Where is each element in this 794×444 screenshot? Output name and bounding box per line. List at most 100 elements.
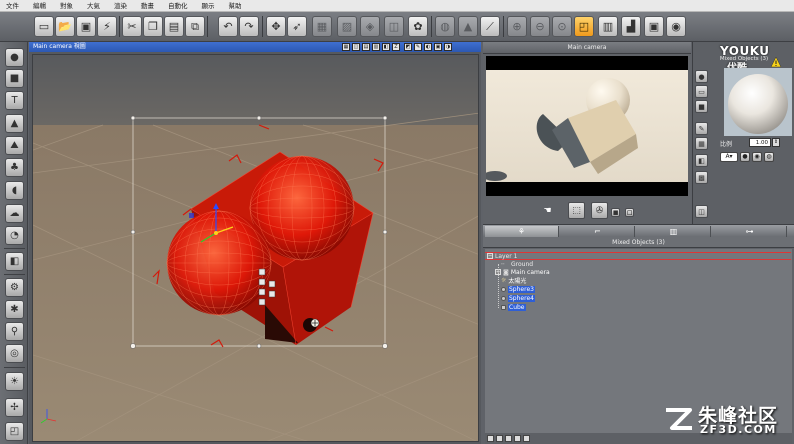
shape-b-icon[interactable]: ✱: [5, 300, 24, 319]
material-shape-plane-icon[interactable]: ▭: [695, 85, 708, 98]
viewport-option-8-icon[interactable]: ✎: [414, 43, 422, 51]
material-edit-icon[interactable]: ✎: [695, 122, 708, 135]
material-shape-sphere-icon[interactable]: ●: [695, 70, 708, 83]
viewport-option-3-icon[interactable]: ▤: [362, 43, 370, 51]
open-icon[interactable]: 📂: [55, 16, 75, 37]
tab-objects[interactable]: ⚘: [485, 226, 559, 237]
footer-btn-2-icon[interactable]: [496, 435, 503, 442]
menu-object[interactable]: 對象: [60, 0, 73, 12]
frame-icon[interactable]: ⬚: [568, 202, 585, 219]
viewport-option-6-icon[interactable]: Z: [392, 43, 400, 51]
display-options-icon[interactable]: ▣: [644, 16, 664, 37]
tab-links[interactable]: ⊶: [713, 226, 787, 237]
footer-btn-4-icon[interactable]: [514, 435, 521, 442]
duplicate-icon[interactable]: ⧉: [185, 16, 205, 37]
mountain-icon[interactable]: ⛰: [5, 136, 24, 155]
text-object-icon[interactable]: T: [5, 91, 24, 110]
zoom-out-icon[interactable]: ⊖: [530, 16, 550, 37]
material-option-icon[interactable]: ◧: [695, 154, 708, 167]
viewport-option-4-icon[interactable]: ▥: [372, 43, 380, 51]
boolean-icon[interactable]: ◈: [360, 16, 380, 37]
menu-animation[interactable]: 動畫: [141, 0, 154, 12]
menu-atmosphere[interactable]: 大氣: [87, 0, 100, 12]
film-strip-icon[interactable]: ▥: [598, 16, 618, 37]
material-editor-icon[interactable]: ✿: [408, 16, 428, 37]
tree-item-sphere4[interactable]: Sphere4: [501, 294, 535, 302]
hand-icon[interactable]: ☚: [539, 202, 556, 219]
move-tool-icon[interactable]: ✥: [266, 16, 286, 37]
viewport-option-5-icon[interactable]: ◧: [382, 43, 390, 51]
shape-d-icon[interactable]: ◎: [5, 344, 24, 363]
new-scene-icon[interactable]: ▭: [34, 16, 54, 37]
undo-icon[interactable]: ↶: [218, 16, 238, 37]
plant-icon[interactable]: ♣: [5, 158, 24, 177]
menu-display[interactable]: 顯示: [202, 0, 215, 12]
scale-spinner[interactable]: ⇕: [772, 138, 780, 147]
tree-item-ground[interactable]: ╌ Ground: [501, 260, 533, 268]
material-mode-1-icon[interactable]: ●: [740, 152, 750, 162]
tree-item-sunlight[interactable]: ☼ 太陽光: [501, 276, 526, 285]
camera-move-icon[interactable]: ✇: [591, 202, 608, 219]
material-mode-3-icon[interactable]: ◍: [764, 152, 774, 162]
render-scene-icon[interactable]: ⚡: [97, 16, 117, 37]
tree-item-sphere3[interactable]: Sphere3: [501, 285, 535, 293]
cube-primitive-icon[interactable]: ■: [5, 69, 24, 88]
save-render-icon[interactable]: ▪: [611, 208, 620, 218]
material-grid-icon[interactable]: ▩: [695, 171, 708, 184]
shape-c-icon[interactable]: ⚲: [5, 322, 24, 341]
ungroup-icon[interactable]: ▨: [337, 16, 357, 37]
viewport-option-7-icon[interactable]: ◩: [404, 43, 412, 51]
menu-automation[interactable]: 自動化: [168, 0, 188, 12]
camera-icon[interactable]: ◰: [5, 422, 24, 441]
material-checker-icon[interactable]: ▦: [695, 137, 708, 150]
clapper-icon[interactable]: ▟: [621, 16, 641, 37]
collapse-icon[interactable]: −: [487, 253, 493, 259]
material-sphere-preview[interactable]: [724, 68, 792, 136]
viewport-option-1-icon[interactable]: ▦: [342, 43, 350, 51]
terrain-icon[interactable]: ▲: [5, 114, 24, 133]
rotate-view-icon[interactable]: ◍: [435, 16, 455, 37]
sphere-primitive-icon[interactable]: ●: [5, 48, 24, 67]
group-icon[interactable]: ▦: [312, 16, 332, 37]
menu-file[interactable]: 文件: [6, 0, 19, 12]
planet-icon[interactable]: ◔: [5, 226, 24, 245]
menu-edit[interactable]: 編輯: [33, 0, 46, 12]
light-bulb-icon[interactable]: ☀: [5, 372, 24, 391]
zoom-fit-icon[interactable]: ⊙: [552, 16, 572, 37]
tree-item-layer[interactable]: − Layer 1: [487, 252, 517, 260]
footer-btn-3-icon[interactable]: [505, 435, 512, 442]
footer-btn-1-icon[interactable]: [487, 435, 494, 442]
perspective-icon[interactable]: ⟋: [480, 16, 500, 37]
import-object-icon[interactable]: ◧: [5, 252, 24, 271]
rock-icon[interactable]: ◖: [5, 181, 24, 200]
3d-viewport[interactable]: [32, 54, 479, 442]
select-tool-icon[interactable]: ➶: [287, 16, 307, 37]
zoom-in-icon[interactable]: ⊕: [507, 16, 527, 37]
footer-btn-5-icon[interactable]: [523, 435, 530, 442]
material-shape-cube-icon[interactable]: ■: [695, 100, 708, 113]
tree-item-cube[interactable]: Cube: [501, 303, 526, 311]
save-icon[interactable]: ▣: [76, 16, 96, 37]
copy-icon[interactable]: ❐: [143, 16, 163, 37]
cut-icon[interactable]: ✂: [122, 16, 142, 37]
menu-render[interactable]: 渲染: [114, 0, 127, 12]
viewport-option-11-icon[interactable]: ◑: [444, 43, 452, 51]
shape-a-icon[interactable]: ⚙: [5, 278, 24, 297]
scale-input[interactable]: 1.00: [749, 138, 771, 147]
material-extra-icon[interactable]: ◫: [695, 205, 708, 218]
render-settings-icon[interactable]: ◉: [666, 16, 686, 37]
tab-materials[interactable]: ▥: [637, 226, 711, 237]
menu-help[interactable]: 幫助: [229, 0, 242, 12]
render-option-icon[interactable]: ▫: [625, 208, 634, 218]
fan-icon[interactable]: ✢: [5, 398, 24, 417]
paste-icon[interactable]: ▤: [164, 16, 184, 37]
pan-view-icon[interactable]: ▲: [458, 16, 478, 37]
viewport-option-10-icon[interactable]: ▣: [434, 43, 442, 51]
tab-lights[interactable]: ⌐: [561, 226, 635, 237]
cloud-icon[interactable]: ☁: [5, 204, 24, 223]
render-area-icon[interactable]: ◰: [574, 16, 594, 37]
viewport-option-2-icon[interactable]: ◫: [352, 43, 360, 51]
metablob-icon[interactable]: ◫: [384, 16, 404, 37]
viewport-option-9-icon[interactable]: ◐: [424, 43, 432, 51]
redo-icon[interactable]: ↷: [239, 16, 259, 37]
